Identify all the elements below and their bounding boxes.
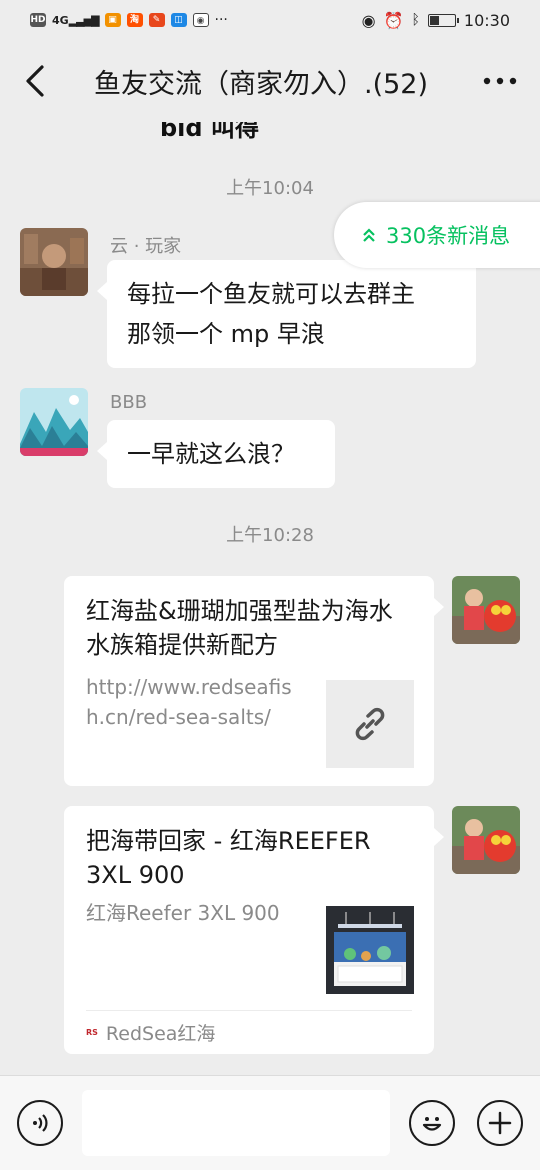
status-icons-left: HD 4G▂▃▅▇ ▣ 淘 ✎ ◫ ◉ ··· — [30, 12, 228, 28]
avatar[interactable] — [20, 388, 88, 456]
voice-wave-icon — [33, 1114, 48, 1132]
chat-messages[interactable]: bid 叫得 上午10:04 云 · 玩家 每拉一个鱼友就可以去群主 那领一个 … — [0, 122, 540, 1075]
more-button[interactable] — [460, 40, 540, 122]
back-button[interactable] — [0, 40, 70, 122]
redsea-logo-icon: RS — [86, 1028, 98, 1037]
double-chevron-up-icon — [363, 228, 375, 242]
status-icons-right: ◉ ⏰ ᛒ 10:30 — [362, 11, 510, 30]
aquarium-thumbnail-icon — [326, 906, 414, 994]
smiley-icon — [422, 1117, 442, 1131]
input-bar — [0, 1075, 540, 1170]
card-description: 红海Reefer 3XL 900 — [86, 901, 280, 925]
bluetooth-icon: ᛒ — [411, 12, 420, 28]
taobao-icon: 淘 — [126, 13, 143, 27]
chevron-left-icon — [26, 65, 44, 97]
avatar[interactable] — [20, 228, 88, 296]
alarm-icon: ⏰ — [383, 10, 404, 30]
emoji-button[interactable] — [409, 1100, 455, 1146]
message-line: 每拉一个鱼友就可以去群主 — [127, 280, 415, 308]
message-input[interactable] — [82, 1090, 390, 1156]
app-notification-icon-3: ◫ — [170, 13, 187, 27]
avatar-mountain-icon — [20, 388, 88, 456]
card-source: RedSea红海 — [105, 1023, 216, 1045]
eye-icon: ◉ — [361, 10, 376, 30]
card-title: 把海带回家 - 红海REEFER 3XL 900 — [86, 827, 371, 889]
message-line: 一早就这么浪？ — [127, 440, 295, 468]
link-card[interactable]: 红海盐&珊瑚加强型盐为海水水族箱提供新配方 http://www.redseaf… — [64, 576, 444, 786]
new-messages-label: 330条新消息 — [386, 224, 511, 248]
battery-icon — [427, 13, 459, 27]
avatar[interactable] — [452, 806, 520, 874]
timestamp: 上午10:28 — [226, 525, 314, 546]
link-card[interactable]: 把海带回家 - 红海REEFER 3XL 900 红海Reefer 3XL 90… — [64, 806, 444, 1054]
voice-button[interactable] — [17, 1100, 63, 1146]
message-bubble[interactable]: 一早就这么浪？ — [97, 420, 335, 488]
status-bar: HD 4G▂▃▅▇ ▣ 淘 ✎ ◫ ◉ ··· ◉ ⏰ ᛒ 10:30 — [0, 0, 540, 40]
timestamp: 上午10:04 — [226, 178, 314, 199]
link-icon — [355, 707, 385, 741]
avatar[interactable] — [452, 576, 520, 644]
avatar-photo-icon — [20, 228, 88, 296]
app-notification-icon-2: ✎ — [148, 13, 165, 27]
card-thumbnail — [326, 906, 414, 994]
avatar-child-icon — [452, 576, 520, 644]
avatar-child-icon — [452, 806, 520, 874]
card-thumbnail — [326, 680, 414, 768]
card-footer: RS RedSea红海 — [86, 1010, 412, 1054]
plus-icon — [488, 1111, 512, 1135]
app-notification-icon-4: ◉ — [192, 13, 209, 27]
sender-name: 云 · 玩家 — [110, 236, 182, 257]
add-button[interactable] — [477, 1100, 523, 1146]
message-line: 那领一个 mp 早浪 — [127, 320, 325, 348]
more-notifications-icon: ··· — [214, 12, 228, 28]
signal-icon: 4G▂▃▅▇ — [52, 13, 100, 27]
card-title: 红海盐&珊瑚加强型盐为海水水族箱提供新配方 — [86, 597, 393, 659]
cutoff-message-text: bid 叫得 — [160, 122, 259, 142]
hd-icon: HD — [30, 13, 46, 27]
sender-name: BBB — [110, 392, 148, 413]
more-dots-icon — [483, 77, 517, 85]
app-notification-icon-1: ▣ — [104, 13, 121, 27]
status-time: 10:30 — [463, 10, 510, 30]
card-description: http://www.redseafish.cn/red-sea-salts/ — [86, 675, 292, 729]
new-messages-button[interactable]: 330条新消息 — [334, 202, 540, 268]
chat-header: 鱼友交流（商家勿入）.(52) — [0, 40, 540, 122]
chat-title: 鱼友交流（商家勿入）.(52) — [94, 68, 429, 100]
message-bubble[interactable]: 每拉一个鱼友就可以去群主 那领一个 mp 早浪 — [97, 260, 476, 368]
